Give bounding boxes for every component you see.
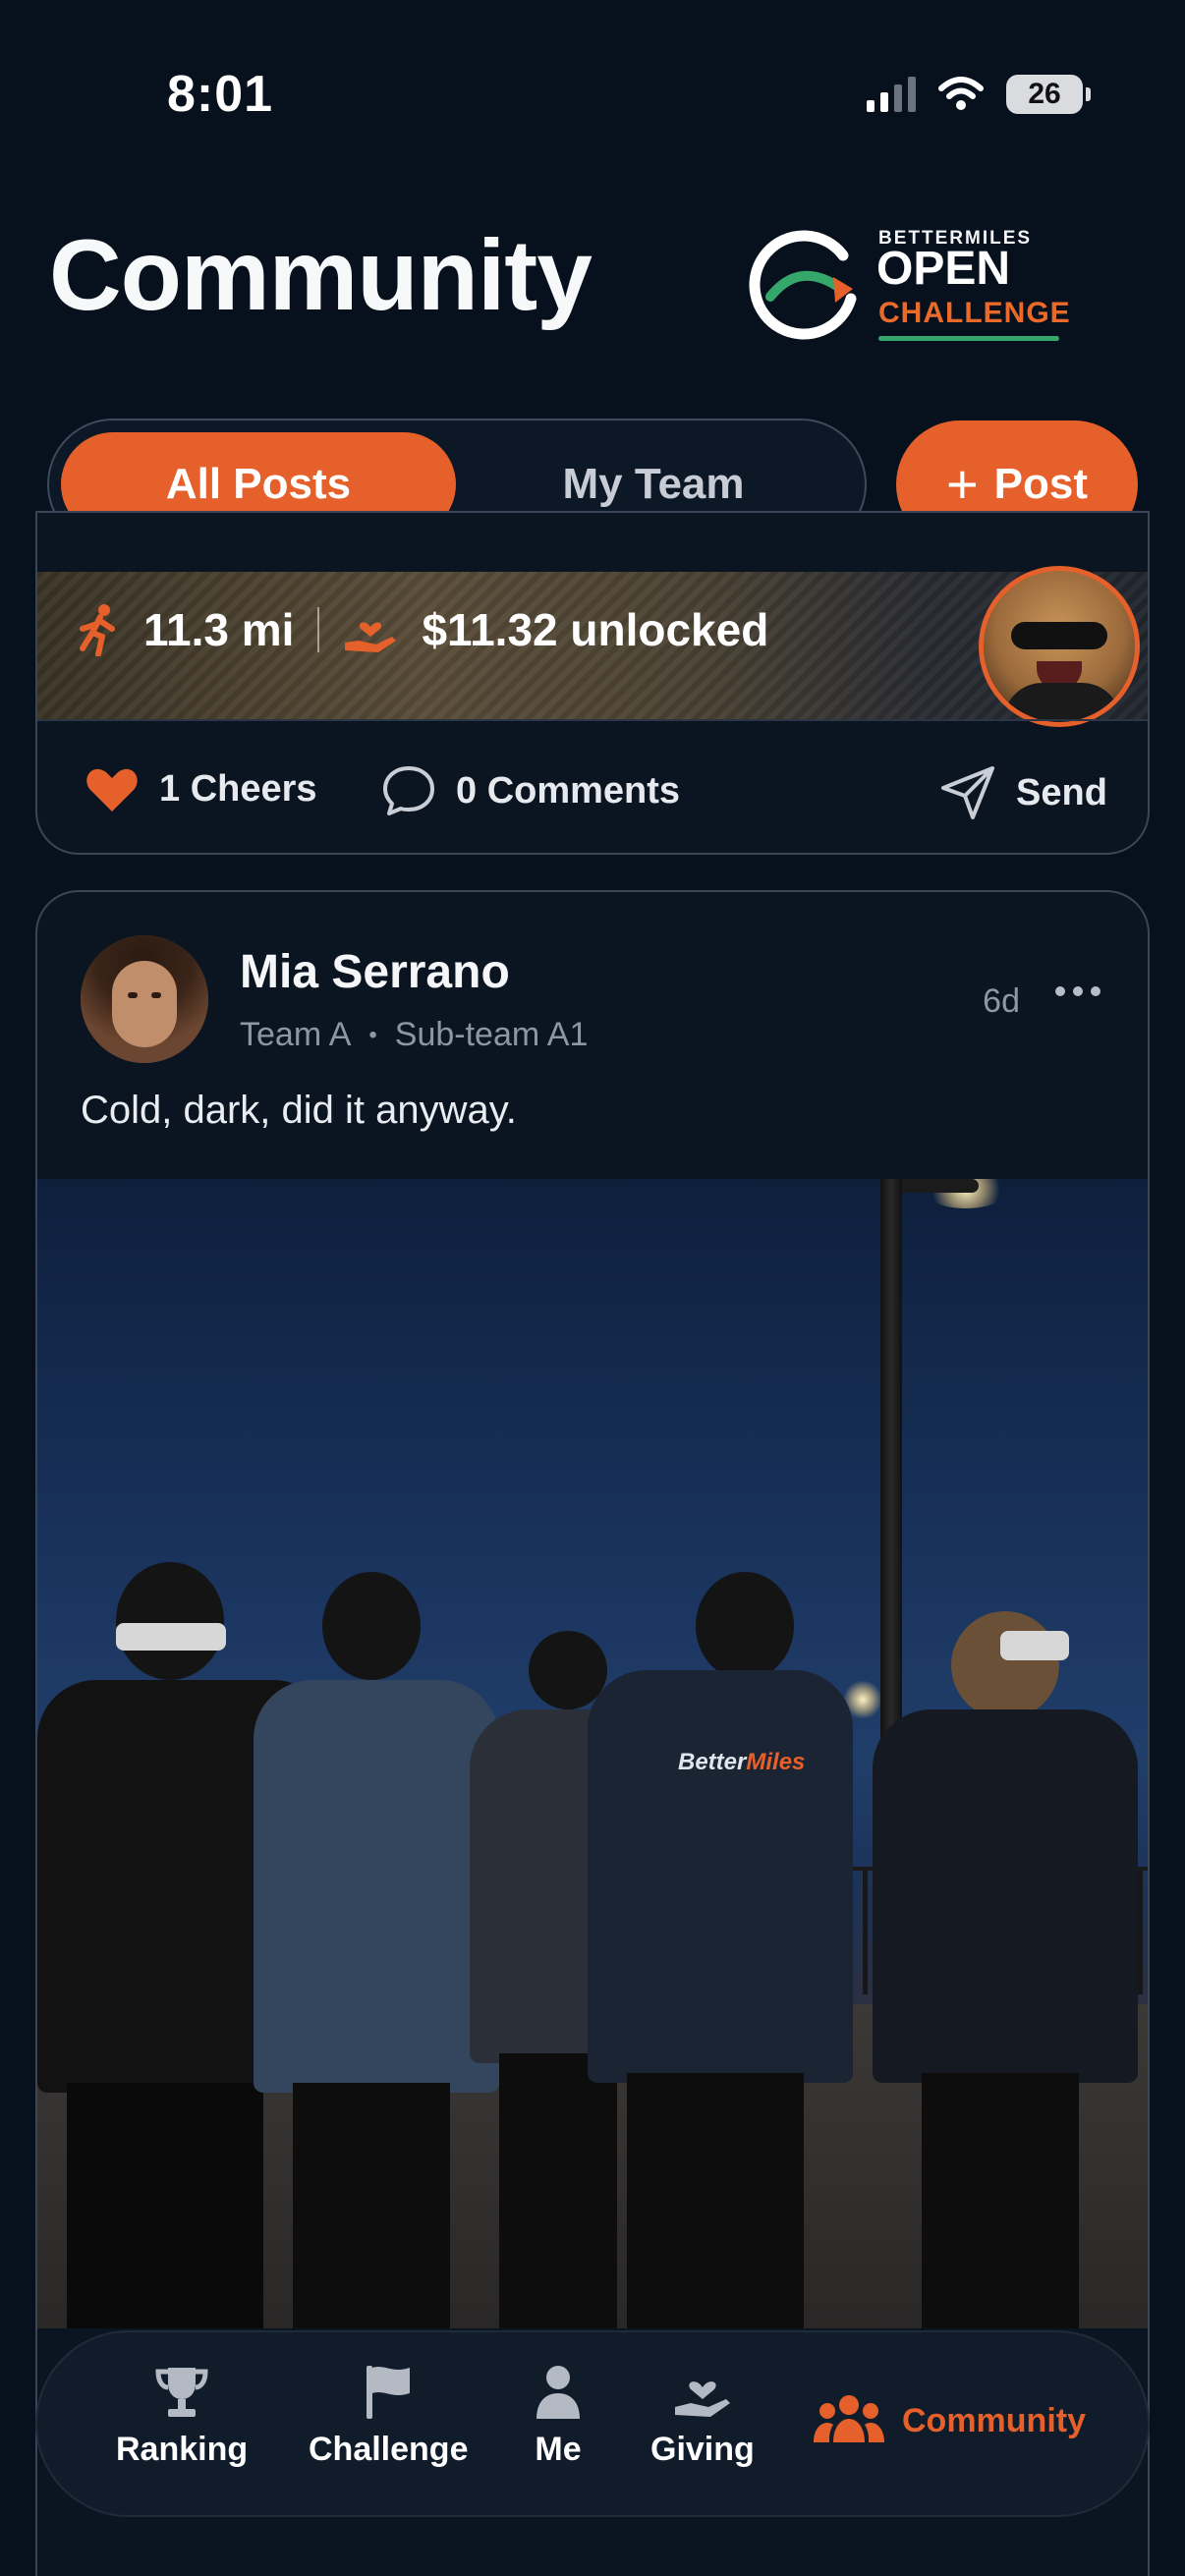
nav-me[interactable]: Me	[529, 2362, 588, 2469]
trophy-icon	[155, 2368, 208, 2417]
previous-post-card: 11.3 mi $11.32 unlocked 1 Cheers 0 Comme…	[35, 511, 1150, 855]
nav-challenge[interactable]: Challenge	[309, 2362, 468, 2469]
post-actions: 1 Cheers 0 Comments Send	[37, 719, 1148, 853]
community-screen: 8:01 26 Community BETTERMILES OPEN CHALL…	[0, 0, 1185, 2576]
more-options-icon[interactable]	[1055, 986, 1100, 996]
nav-me-label: Me	[535, 2431, 582, 2468]
send-label: Send	[1016, 771, 1107, 813]
author-name[interactable]: Mia Serrano	[240, 945, 510, 999]
amount-unlocked: $11.32 unlocked	[422, 604, 769, 655]
person-icon	[536, 2366, 580, 2419]
post-caption: Cold, dark, did it anyway.	[81, 1089, 517, 1132]
heart-icon	[86, 768, 138, 812]
people-icon	[814, 2395, 884, 2442]
post-age: 6d	[983, 982, 1020, 1020]
giving-hand-icon	[674, 2381, 730, 2417]
logo-open-text: OPEN	[876, 243, 1011, 295]
logo-mark-icon	[749, 230, 857, 340]
post-photo[interactable]: BetterMiles	[37, 1179, 1148, 2328]
flag-icon	[367, 2366, 411, 2419]
meta-separator: •	[368, 1021, 377, 1048]
bottom-navigation: Ranking Challenge Me Giving Community	[35, 2330, 1150, 2517]
nav-ranking[interactable]: Ranking	[116, 2362, 248, 2469]
heart-hand-icon	[345, 622, 397, 652]
runner-5	[863, 1601, 1148, 2328]
runner-4: BetterMiles	[568, 1562, 863, 2328]
nav-giving[interactable]: Giving	[650, 2362, 755, 2469]
status-icons: 26	[867, 75, 1091, 114]
new-post-label: Post	[993, 460, 1089, 508]
author-team: Team A	[240, 1016, 352, 1053]
activity-distance: 11.3 mi	[143, 604, 295, 655]
stats-divider	[317, 607, 320, 652]
comment-bubble-icon	[383, 766, 434, 815]
logo-challenge-text: CHALLENGE	[878, 297, 1071, 329]
nav-ranking-label: Ranking	[116, 2431, 249, 2468]
cellular-signal-icon	[867, 77, 916, 112]
wifi-icon	[938, 77, 984, 110]
logo-underline	[878, 336, 1059, 341]
author-avatar[interactable]	[81, 935, 208, 1063]
status-time: 8:01	[167, 66, 274, 123]
page-title: Community	[49, 219, 592, 331]
cheers-count: 1 Cheers	[159, 767, 317, 810]
mascot-sunglasses	[1011, 622, 1107, 649]
send-button[interactable]: Send	[939, 764, 1107, 821]
nav-community[interactable]: Community	[814, 2391, 1086, 2450]
runner-icon	[80, 604, 115, 656]
activity-stats: 11.3 mi $11.32 unlocked	[77, 603, 768, 656]
comments-count: 0 Comments	[456, 769, 681, 812]
author-subteam: Sub-team A1	[394, 1016, 589, 1053]
shirt-logo: BetterMiles	[678, 1749, 806, 1775]
battery-indicator: 26	[1006, 75, 1091, 114]
comments-button[interactable]: 0 Comments	[381, 764, 680, 817]
author-team-meta: Team A • Sub-team A1	[240, 1016, 588, 1054]
nav-challenge-label: Challenge	[309, 2431, 469, 2468]
send-icon	[941, 766, 994, 819]
cheers-button[interactable]: 1 Cheers	[85, 764, 317, 813]
mascot-avatar[interactable]	[979, 566, 1140, 727]
plus-icon: +	[945, 453, 979, 515]
nav-community-label: Community	[902, 2401, 1086, 2439]
nav-giving-label: Giving	[650, 2431, 755, 2468]
post-card: Mia Serrano Team A • Sub-team A1 6d Cold…	[35, 890, 1150, 2576]
bettermiles-open-challenge-logo: BETTERMILES OPEN CHALLENGE	[743, 220, 1087, 348]
